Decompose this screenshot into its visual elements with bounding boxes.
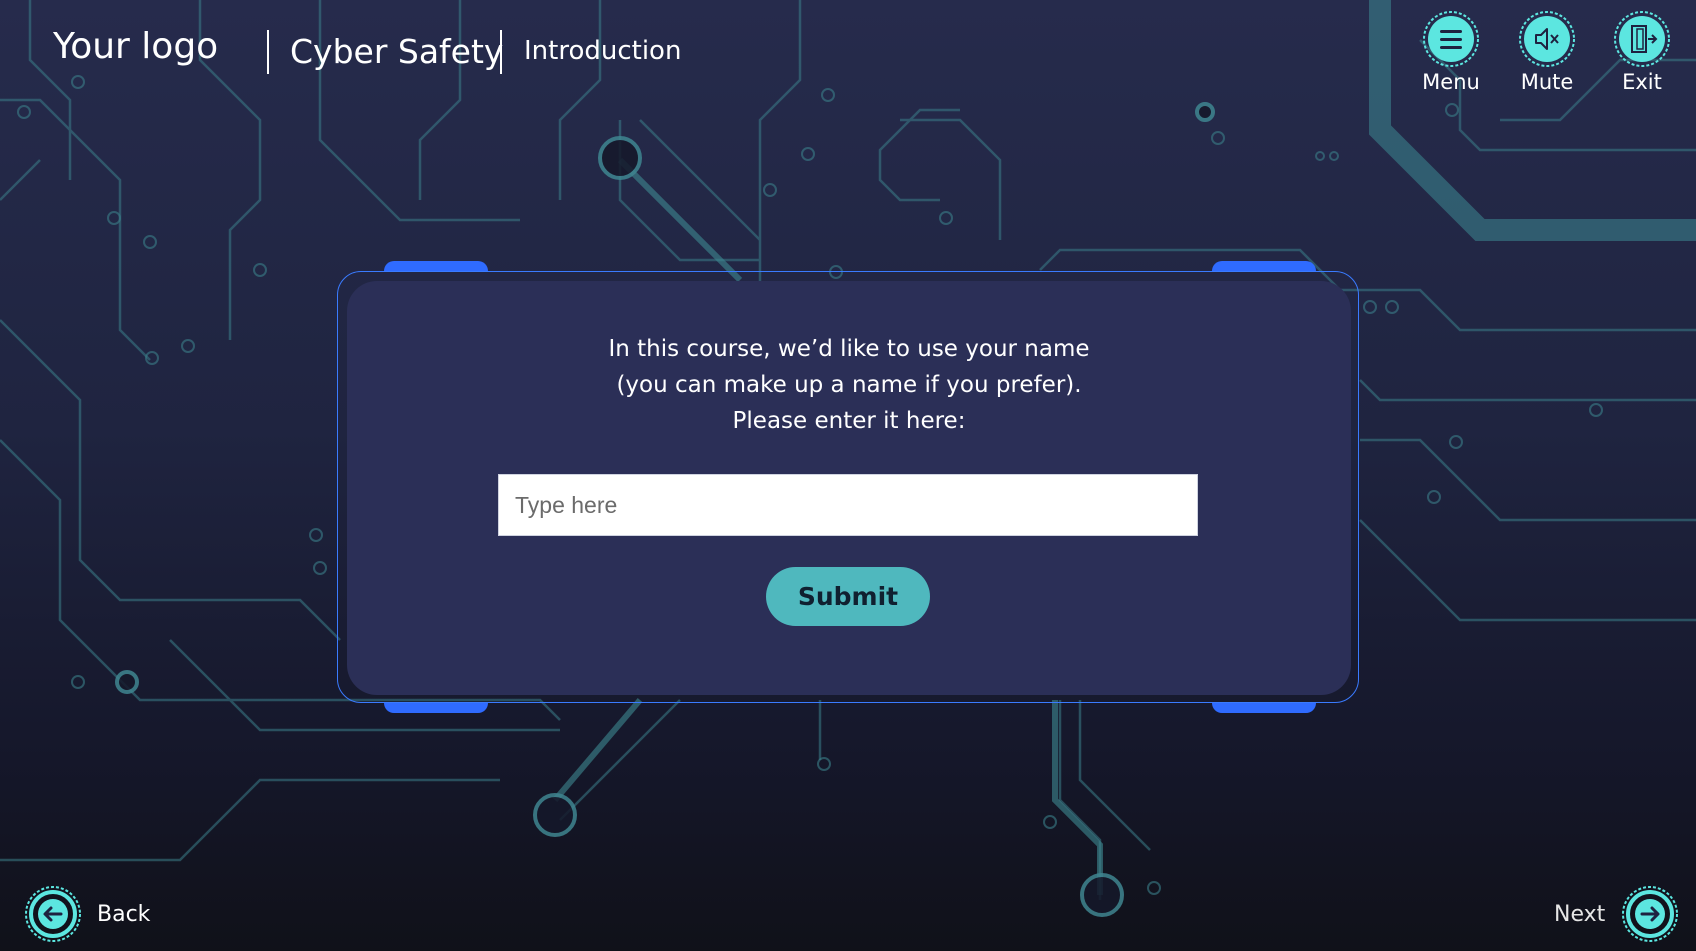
frame-accent: [1212, 703, 1316, 713]
back-label: Back: [97, 901, 151, 927]
name-input[interactable]: [498, 474, 1198, 536]
menu-button[interactable]: Menu: [1411, 10, 1491, 100]
mute-label: Mute: [1520, 70, 1574, 94]
prompt-line: Please enter it here:: [732, 408, 966, 434]
hamburger-menu-icon: [1423, 11, 1479, 67]
course-title: Cyber Safety: [290, 32, 504, 71]
frame-accent: [384, 261, 488, 271]
next-button[interactable]: Next: [1554, 884, 1679, 944]
header-divider: [267, 30, 269, 74]
speaker-mute-icon: [1519, 11, 1575, 67]
exit-door-icon: [1614, 11, 1670, 67]
frame-accent: [1212, 261, 1316, 271]
next-arrow-icon: [1622, 886, 1679, 942]
frame-accent: [384, 703, 488, 713]
submit-button[interactable]: Submit: [766, 567, 930, 626]
next-label: Next: [1554, 901, 1606, 927]
logo: Your logo: [53, 26, 219, 67]
header-divider: [500, 30, 502, 74]
prompt-line: (you can make up a name if you prefer).: [616, 372, 1082, 398]
prompt-line: In this course, we’d like to use your na…: [608, 336, 1090, 362]
header-bar: Your logo Cyber Safety Introduction Menu…: [0, 0, 1696, 110]
back-button[interactable]: Back: [24, 884, 150, 944]
menu-label: Menu: [1422, 70, 1480, 94]
exit-button[interactable]: Exit: [1602, 10, 1682, 100]
dialog-prompt: In this course, we’d like to use your na…: [347, 331, 1351, 439]
mute-button[interactable]: Mute: [1507, 10, 1587, 100]
name-dialog: In this course, we’d like to use your na…: [347, 281, 1351, 695]
exit-label: Exit: [1622, 70, 1662, 94]
section-title: Introduction: [524, 36, 682, 66]
back-arrow-icon: [25, 886, 81, 942]
